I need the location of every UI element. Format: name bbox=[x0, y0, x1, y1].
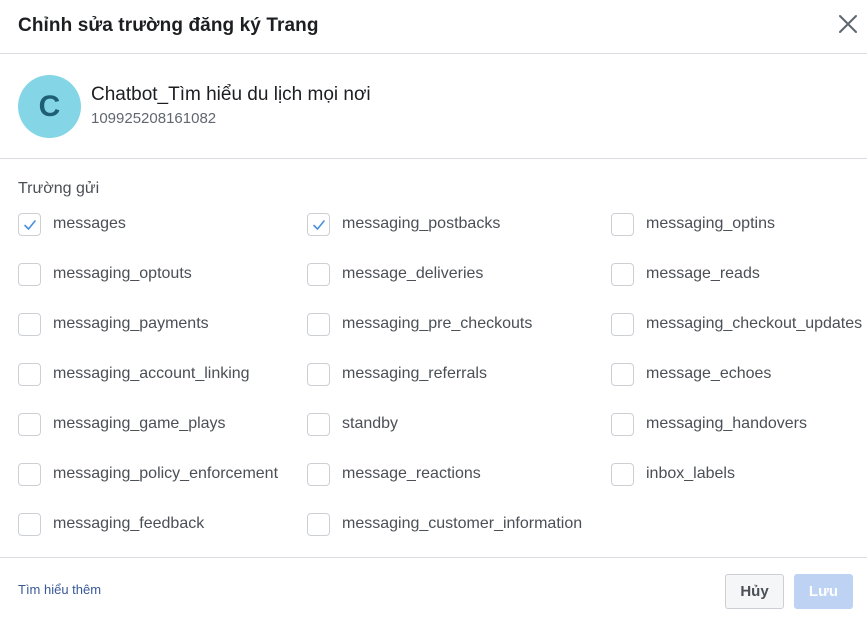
field-option-label: message_reactions bbox=[342, 465, 481, 482]
learn-more-link[interactable]: Tìm hiểu thêm bbox=[18, 582, 101, 597]
field-option[interactable]: messaging_account_linking bbox=[18, 361, 250, 387]
checkmark-icon bbox=[24, 219, 36, 230]
field-option[interactable]: messaging_optouts bbox=[18, 261, 192, 287]
field-option-label: message_reads bbox=[646, 265, 760, 282]
field-option[interactable]: standby bbox=[307, 411, 398, 437]
field-option-label: messaging_account_linking bbox=[53, 365, 250, 382]
field-option-label: messaging_feedback bbox=[53, 515, 205, 532]
dialog-footer: Tìm hiểu thêm Hủy Lưu bbox=[0, 557, 867, 621]
field-option-label: message_echoes bbox=[646, 365, 772, 382]
checkbox-unchecked[interactable] bbox=[307, 362, 330, 386]
checkbox-unchecked[interactable] bbox=[611, 212, 634, 236]
checkbox-unchecked[interactable] bbox=[611, 262, 634, 286]
field-option[interactable]: inbox_labels bbox=[611, 461, 735, 487]
field-option-label: messaging_optouts bbox=[53, 265, 192, 282]
field-option[interactable]: messaging_game_plays bbox=[18, 411, 226, 437]
checkbox-unchecked[interactable] bbox=[611, 462, 634, 486]
checkbox-unchecked[interactable] bbox=[307, 462, 330, 486]
field-option-label: messaging_customer_information bbox=[342, 515, 583, 532]
field-option[interactable]: messaging_postbacks bbox=[307, 211, 500, 237]
checkbox-checked[interactable] bbox=[307, 212, 330, 236]
checkbox-unchecked[interactable] bbox=[18, 262, 41, 286]
dialog-header: Chỉnh sửa trường đăng ký Trang bbox=[0, 0, 867, 54]
checkbox-unchecked[interactable] bbox=[307, 262, 330, 286]
field-option[interactable]: message_reactions bbox=[307, 461, 481, 487]
field-option-label: messaging_pre_checkouts bbox=[342, 315, 533, 332]
checkbox-unchecked[interactable] bbox=[611, 362, 634, 386]
field-option[interactable]: messaging_referrals bbox=[307, 361, 487, 387]
checkbox-unchecked[interactable] bbox=[18, 462, 41, 486]
field-option-label: messaging_payments bbox=[53, 315, 209, 332]
close-button[interactable] bbox=[836, 12, 860, 36]
field-option-label: messaging_optins bbox=[646, 215, 775, 232]
field-option-label: standby bbox=[342, 415, 399, 432]
checkbox-unchecked[interactable] bbox=[611, 412, 634, 436]
field-option-label: messaging_postbacks bbox=[342, 215, 501, 232]
checkbox-unchecked[interactable] bbox=[307, 412, 330, 436]
field-option-label: messaging_referrals bbox=[342, 365, 487, 382]
field-option-label: messaging_handovers bbox=[646, 415, 807, 432]
field-option[interactable]: messaging_customer_information bbox=[307, 511, 582, 537]
close-icon bbox=[839, 15, 857, 33]
field-option[interactable]: messaging_feedback bbox=[18, 511, 204, 537]
field-option[interactable]: messaging_optins bbox=[611, 211, 775, 237]
checkbox-unchecked[interactable] bbox=[307, 512, 330, 536]
field-option-label: messaging_policy_enforcement bbox=[53, 465, 279, 482]
page-info: C Chatbot_Tìm hiểu du lịch mọi nơi 10992… bbox=[0, 54, 867, 159]
field-option-label: inbox_labels bbox=[646, 465, 735, 482]
field-option[interactable]: message_deliveries bbox=[307, 261, 483, 287]
field-option[interactable]: messages bbox=[18, 211, 126, 237]
field-option-label: messaging_checkout_updates bbox=[646, 315, 863, 332]
field-option[interactable]: messaging_handovers bbox=[611, 411, 807, 437]
field-option[interactable]: messaging_checkout_updates bbox=[611, 311, 862, 337]
field-option[interactable]: message_reads bbox=[611, 261, 760, 287]
cancel-button[interactable]: Hủy bbox=[725, 574, 784, 609]
checkbox-unchecked[interactable] bbox=[18, 312, 41, 336]
checkbox-unchecked[interactable] bbox=[18, 512, 41, 536]
page-id: 109925208161082 bbox=[91, 110, 217, 127]
fields-section-label: Trường gửi bbox=[18, 180, 100, 197]
checkmark-icon bbox=[313, 219, 325, 230]
avatar: C bbox=[18, 75, 81, 138]
field-option[interactable]: message_echoes bbox=[611, 361, 771, 387]
field-option[interactable]: messaging_pre_checkouts bbox=[307, 311, 532, 337]
dialog-title: Chỉnh sửa trường đăng ký Trang bbox=[18, 15, 319, 36]
field-option-label: message_deliveries bbox=[342, 265, 484, 282]
field-option[interactable]: messaging_policy_enforcement bbox=[18, 461, 278, 487]
checkbox-unchecked[interactable] bbox=[18, 412, 41, 436]
checkbox-checked[interactable] bbox=[18, 212, 41, 236]
field-option[interactable]: messaging_payments bbox=[18, 311, 209, 337]
checkbox-unchecked[interactable] bbox=[307, 312, 330, 336]
field-option-label: messages bbox=[53, 215, 126, 232]
checkbox-unchecked[interactable] bbox=[611, 312, 634, 336]
save-button: Lưu bbox=[794, 574, 853, 609]
page-name: Chatbot_Tìm hiểu du lịch mọi nơi bbox=[91, 84, 371, 105]
checkbox-unchecked[interactable] bbox=[18, 362, 41, 386]
edit-page-subscription-dialog: Chỉnh sửa trường đăng ký Trang C Chatbot… bbox=[0, 0, 867, 621]
field-option-label: messaging_game_plays bbox=[53, 415, 226, 432]
